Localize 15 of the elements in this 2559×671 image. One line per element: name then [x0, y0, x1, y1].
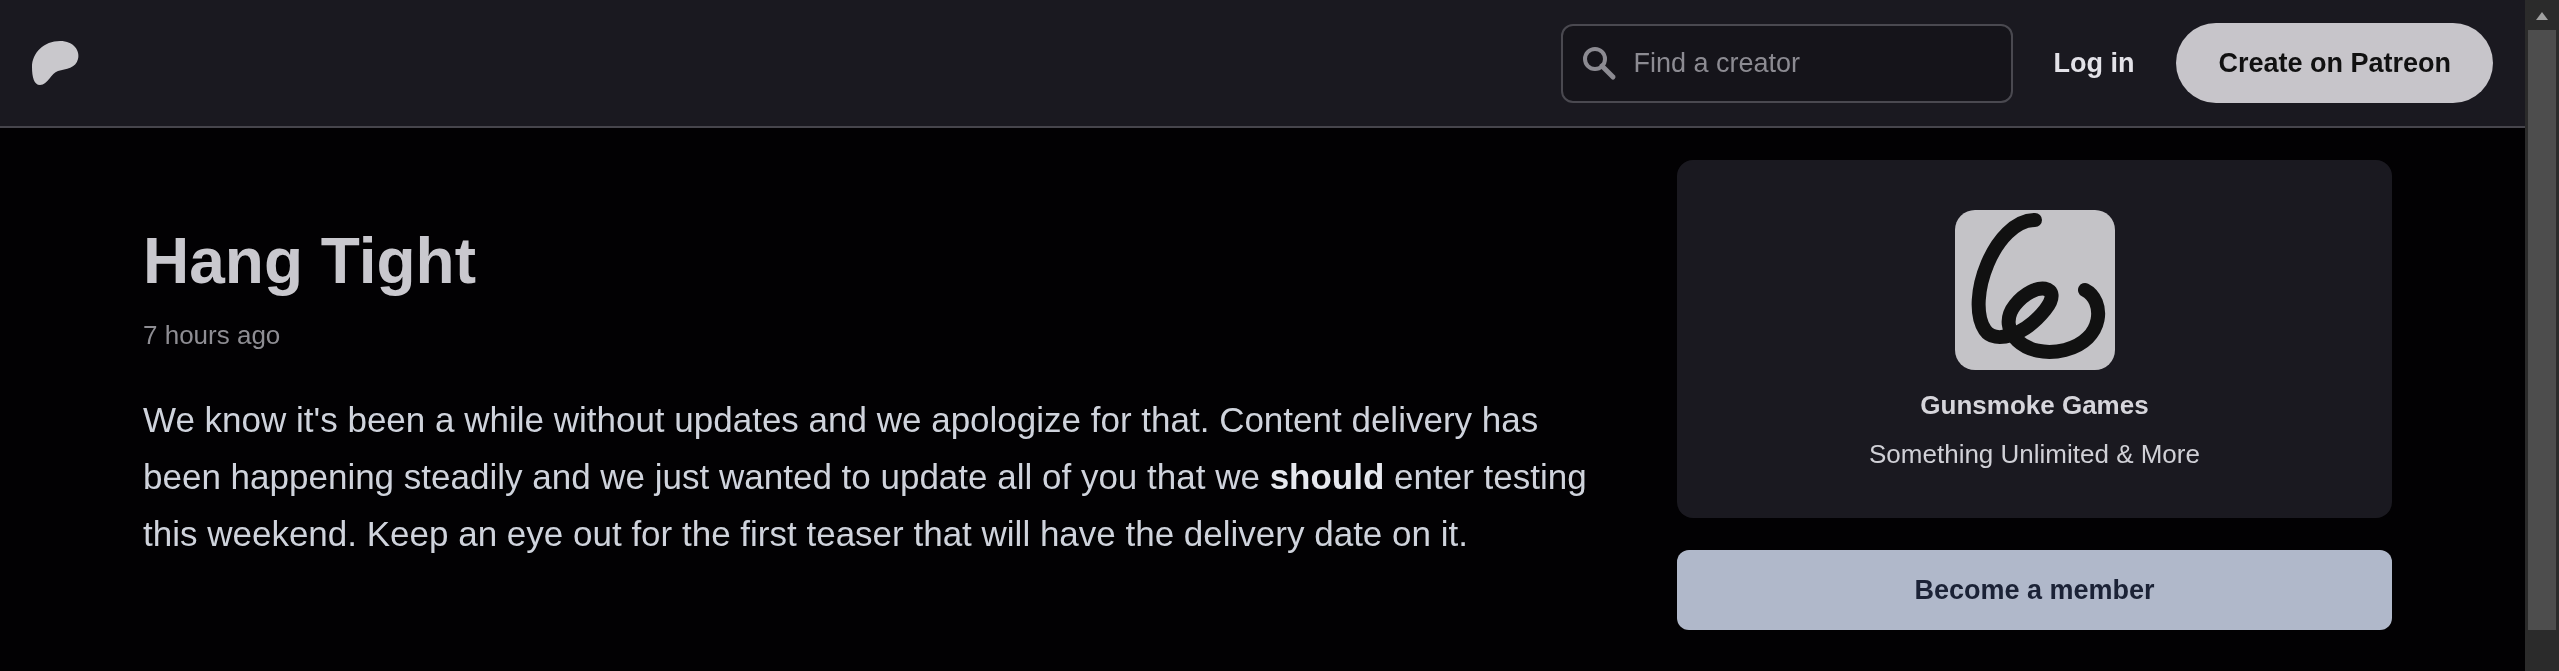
logo-icon[interactable]: [32, 39, 80, 87]
post-time: 7 hours ago: [143, 320, 282, 352]
scrollbar[interactable]: [2525, 0, 2559, 671]
scroll-up-icon[interactable]: [2534, 10, 2550, 22]
member-button[interactable]: Become a member: [1677, 550, 2392, 630]
scrollbar-thumb[interactable]: [2528, 30, 2556, 630]
search-icon: [1581, 44, 1618, 81]
creator-name: Gunsmoke Games: [1920, 390, 2149, 421]
creator-tagline: Something Unlimited & More: [1869, 439, 2200, 470]
avatar-icon[interactable]: [1954, 210, 2115, 370]
post-body: We know it's been a while without updates and we apologize for that. Content delivery has been happening steadily and we just wanted to update all of you that we should enter testing this weekend. Keep an eye out for the first teaser that will have the delivery date on it.: [143, 399, 1588, 556]
login-link[interactable]: Log in: [2053, 47, 2135, 79]
create-button[interactable]: Create on Patreon: [2176, 23, 2493, 103]
post-title: Hang Tight: [143, 226, 477, 297]
search-field[interactable]: Find a creator: [1561, 23, 2014, 103]
